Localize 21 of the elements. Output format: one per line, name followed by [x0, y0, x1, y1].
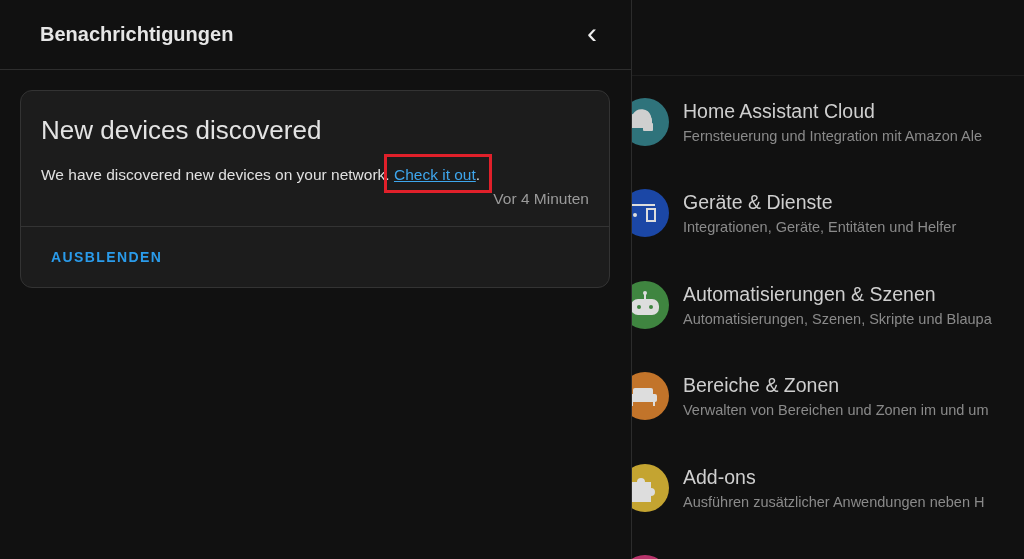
check-link[interactable]: Check it out	[393, 166, 476, 183]
setting-description: Fernsteuerung und Integration mit Amazon Ale	[683, 127, 983, 144]
dismiss-button[interactable]: AUSBLENDEN	[33, 245, 181, 269]
close-button[interactable]: ‹	[583, 17, 601, 52]
setting-description: Verwalten von Bereichen und Zonen im und um	[683, 402, 989, 419]
setting-description: Automatisierungen, Szenen, Skripte und Blaupa	[683, 310, 992, 327]
drawer-title: Benachrichtigungen	[40, 23, 234, 46]
setting-description: Integrationen, Geräte, Entitäten und Helfer	[683, 219, 957, 236]
setting-description: Ausführen zusätzlicher Anwendungen neben H	[683, 493, 985, 510]
setting-title[interactable]: Bereiche & Zonen	[683, 374, 989, 398]
setting-title[interactable]: Home Assistant Cloud	[683, 99, 983, 123]
devices-icon[interactable]	[632, 189, 669, 238]
puzzle-icon[interactable]	[632, 463, 669, 512]
notification-time: Vor 4 Minuten	[492, 190, 589, 208]
cloud-icon[interactable]	[632, 97, 669, 146]
setting-title[interactable]: Add-ons	[683, 465, 985, 489]
sofa-icon[interactable]	[632, 372, 669, 421]
setting-title[interactable]: Geräte & Dienste	[683, 191, 957, 215]
notification-title: New devices discovered	[41, 115, 323, 146]
robot-icon[interactable]	[632, 280, 669, 329]
setting-title[interactable]: Automatisierungen & Szenen	[683, 282, 992, 306]
